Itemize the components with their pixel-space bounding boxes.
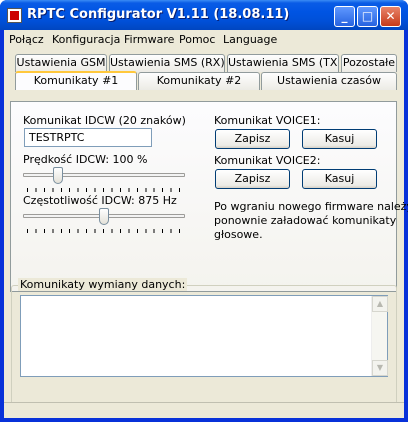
slider-thumb[interactable]	[99, 208, 109, 225]
idcw-frequency-slider[interactable]	[23, 205, 185, 235]
idcw-speed-slider[interactable]	[23, 164, 185, 194]
menu-item-help[interactable]: Pomoc	[179, 33, 215, 46]
voice2-label: Komunikat VOICE2:	[214, 154, 321, 167]
data-exchange-group: Komunikaty wymiany danych: ▲ ▼	[11, 278, 397, 411]
idcw-message-input[interactable]: TESTRPTC	[24, 128, 152, 147]
voice2-save-button[interactable]: Zapisz	[215, 169, 290, 189]
menu-item-firmware[interactable]: Firmware	[124, 33, 174, 46]
app-icon[interactable]	[7, 8, 22, 23]
maximize-button[interactable]: □	[357, 6, 378, 27]
menu-item-connect[interactable]: Połącz	[9, 33, 44, 46]
tab-control: Ustawienia GSM Ustawienia SMS (RX) Ustaw…	[10, 52, 408, 294]
menu-item-language[interactable]: Language	[223, 33, 277, 46]
firmware-note-line-1: Po wgraniu nowego firmware należy	[214, 200, 408, 213]
voice1-save-button[interactable]: Zapisz	[215, 129, 290, 149]
voice1-label: Komunikat VOICE1:	[214, 114, 321, 127]
voice2-delete-button[interactable]: Kasuj	[302, 169, 377, 189]
menu-bar: Połącz Konfiguracja Firmware Pomoc Langu…	[4, 30, 404, 50]
tab-gsm-settings[interactable]: Ustawienia GSM	[15, 54, 107, 72]
menu-item-configuration[interactable]: Konfiguracja	[52, 33, 120, 46]
slider-thumb[interactable]	[53, 167, 63, 184]
tab-sms-tx-settings[interactable]: Ustawienia SMS (TX)	[227, 54, 339, 72]
scroll-down-arrow-icon[interactable]: ▼	[372, 360, 388, 376]
data-exchange-legend: Komunikaty wymiany danych:	[18, 278, 188, 291]
tab-panel-messages-1: Komunikat IDCW (20 znaków) TESTRPTC Pręd…	[10, 101, 408, 292]
log-vertical-scrollbar[interactable]: ▲ ▼	[371, 296, 388, 376]
tab-sms-rx-settings[interactable]: Ustawienia SMS (RX)	[109, 54, 225, 72]
firmware-note-line-3: głosowe.	[214, 228, 263, 241]
tab-messages-1[interactable]: Komunikaty #1	[15, 71, 137, 90]
status-bar	[4, 402, 404, 418]
slider-ticks	[27, 188, 181, 192]
slider-track	[23, 173, 185, 177]
log-text	[21, 296, 387, 300]
title-bar[interactable]: RPTC Configurator V1.11 (18.08.11) _ □ ✕	[0, 0, 408, 30]
scroll-up-arrow-icon[interactable]: ▲	[372, 296, 388, 312]
window-title: RPTC Configurator V1.11 (18.08.11)	[27, 7, 290, 22]
tab-time-settings[interactable]: Ustawienia czasów	[261, 72, 397, 90]
data-exchange-log[interactable]: ▲ ▼	[20, 295, 388, 377]
close-button[interactable]: ✕	[380, 6, 401, 27]
firmware-note-line-2: ponownie załadować komunikaty	[214, 214, 397, 227]
client-area: Połącz Konfiguracja Firmware Pomoc Langu…	[4, 30, 408, 418]
voice1-delete-button[interactable]: Kasuj	[302, 129, 377, 149]
slider-ticks	[27, 229, 181, 233]
tab-messages-2[interactable]: Komunikaty #2	[138, 72, 260, 90]
application-window: RPTC Configurator V1.11 (18.08.11) _ □ ✕…	[0, 0, 408, 422]
tab-other[interactable]: Pozostałe	[341, 54, 397, 72]
minimize-button[interactable]: _	[334, 6, 355, 27]
idcw-message-label: Komunikat IDCW (20 znaków)	[23, 114, 186, 127]
